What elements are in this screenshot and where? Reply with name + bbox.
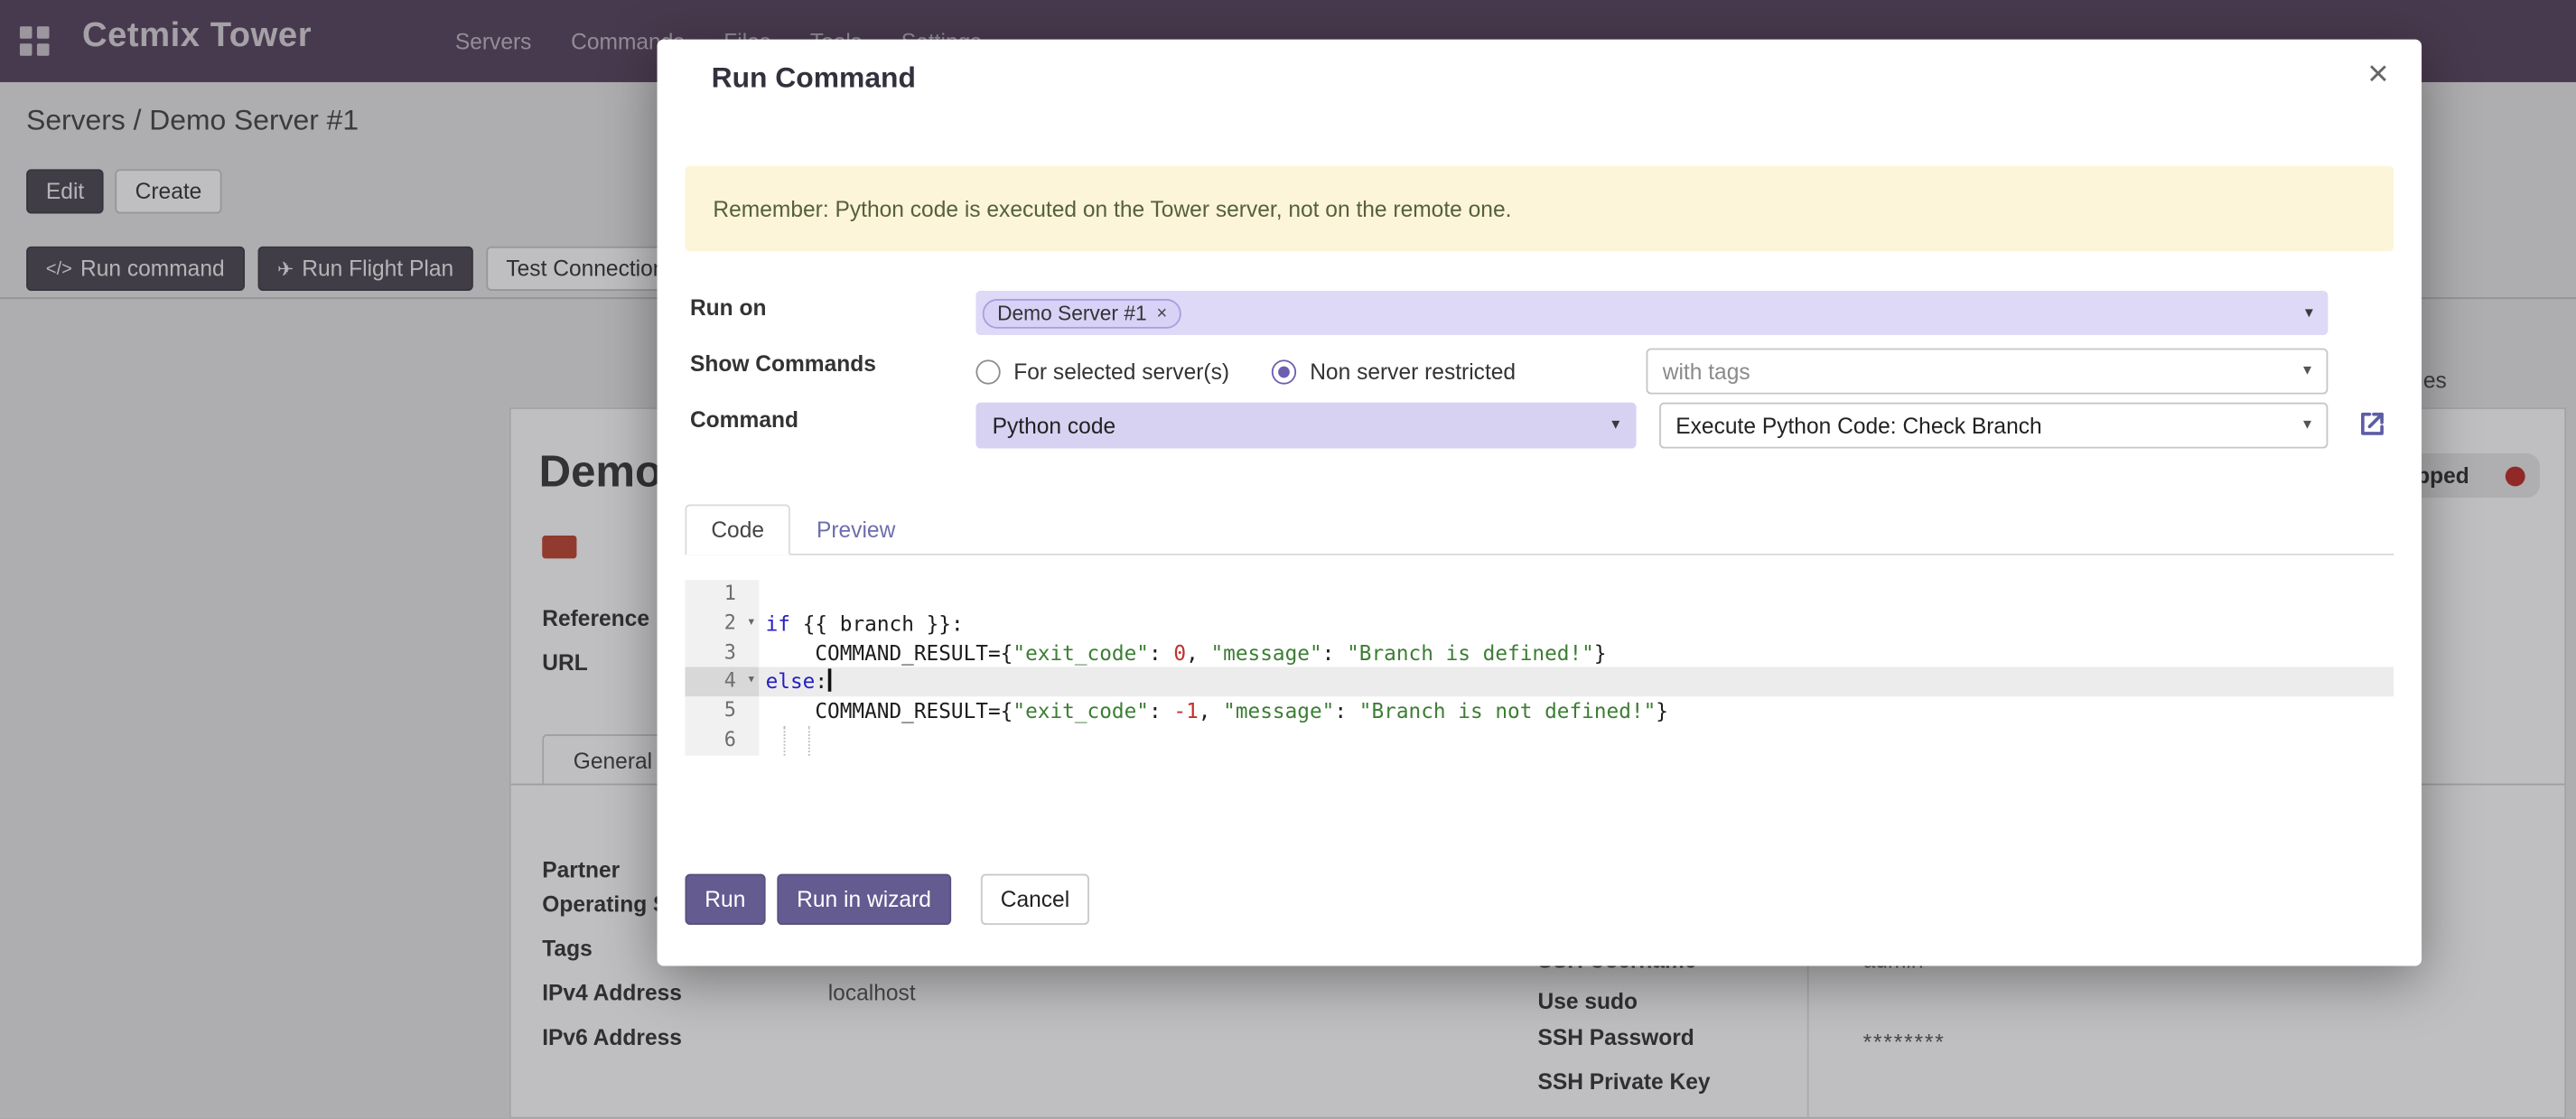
cancel-button[interactable]: Cancel <box>981 874 1089 925</box>
code-line-content[interactable]: COMMAND_RESULT={"exit_code": -1, "messag… <box>759 697 2394 726</box>
code-line-row[interactable]: 5 COMMAND_RESULT={"exit_code": -1, "mess… <box>685 697 2394 726</box>
gutter-line-number[interactable]: 4▾ <box>685 667 759 696</box>
indent-guide <box>784 726 786 755</box>
with-tags-placeholder: with tags <box>1663 359 1750 383</box>
command-value: Execute Python Code: Check Branch <box>1675 413 2041 437</box>
run-button[interactable]: Run <box>685 874 765 925</box>
tab-code[interactable]: Code <box>685 504 789 555</box>
radio-for-selected-servers[interactable] <box>975 359 1000 383</box>
code-editor[interactable]: 12▾if {{ branch }}:3 COMMAND_RESULT={"ex… <box>685 580 2394 755</box>
code-fold-icon[interactable]: ▾ <box>747 609 756 638</box>
external-link-icon[interactable] <box>2356 407 2388 440</box>
code-line-row[interactable]: 1 <box>685 580 2394 609</box>
chevron-down-icon: ▾ <box>2303 362 2311 380</box>
gutter-line-number[interactable]: 6 <box>685 726 759 755</box>
code-line-content[interactable] <box>759 580 2394 609</box>
run-on-field[interactable]: Demo Server #1 × ▾ <box>975 291 2328 335</box>
chevron-down-icon: ▾ <box>2305 303 2313 322</box>
code-line-row[interactable]: 4▾else: <box>685 667 2394 696</box>
run-command-modal: Run Command × Remember: Python code is e… <box>658 40 2422 966</box>
code-line-row[interactable]: 2▾if {{ branch }}: <box>685 609 2394 638</box>
command-type-select[interactable]: Python code ▾ <box>975 403 1636 449</box>
code-line-row[interactable]: 3 COMMAND_RESULT={"exit_code": 0, "messa… <box>685 639 2394 667</box>
tag-remove-icon[interactable]: × <box>1157 303 1168 323</box>
tabs-divider <box>685 554 2394 555</box>
label-run-on: Run on <box>690 295 767 320</box>
python-warning-alert: Remember: Python code is executed on the… <box>685 166 2394 252</box>
server-tag-label: Demo Server #1 <box>997 302 1147 324</box>
run-in-wizard-button[interactable]: Run in wizard <box>777 874 950 925</box>
show-commands-radios: For selected server(s) Non server restri… <box>975 351 1516 391</box>
tab-preview[interactable]: Preview <box>790 504 922 555</box>
label-command: Command <box>690 407 798 432</box>
command-select[interactable]: Execute Python Code: Check Branch ▾ <box>1659 403 2328 449</box>
gutter-line-number[interactable]: 5 <box>685 697 759 726</box>
code-line-content[interactable] <box>759 726 2394 755</box>
modal-title: Run Command <box>712 61 916 95</box>
server-tag: Demo Server #1 × <box>983 298 1182 328</box>
label-show-commands: Show Commands <box>690 351 876 376</box>
code-line-row[interactable]: 6 <box>685 726 2394 755</box>
code-fold-icon[interactable]: ▾ <box>747 667 756 696</box>
chevron-down-icon: ▾ <box>2303 416 2311 434</box>
radio-non-server-restricted-label[interactable]: Non server restricted <box>1310 359 1516 383</box>
code-line-content[interactable]: else: <box>759 667 2394 696</box>
radio-non-server-restricted[interactable] <box>1272 359 1296 383</box>
indent-guide <box>808 726 810 755</box>
gutter-line-number[interactable]: 1 <box>685 580 759 609</box>
code-line-content[interactable]: if {{ branch }}: <box>759 609 2394 638</box>
gutter-line-number[interactable]: 3 <box>685 639 759 667</box>
close-icon[interactable]: × <box>2367 56 2388 92</box>
code-line-content[interactable]: COMMAND_RESULT={"exit_code": 0, "message… <box>759 639 2394 667</box>
radio-for-selected-servers-label[interactable]: For selected server(s) <box>1013 359 1229 383</box>
text-cursor <box>827 669 831 692</box>
chevron-down-icon: ▾ <box>1611 416 1619 434</box>
with-tags-select[interactable]: with tags ▾ <box>1647 349 2329 395</box>
command-type-value: Python code <box>993 413 1116 437</box>
gutter-line-number[interactable]: 2▾ <box>685 609 759 638</box>
app-screen: Cetmix Tower Servers Commands Files Tool… <box>0 0 2576 1119</box>
